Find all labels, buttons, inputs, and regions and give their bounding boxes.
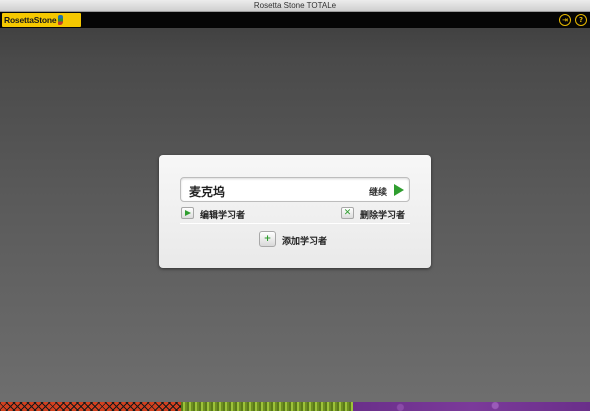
delete-learner-label[interactable]: 删除学习者 (360, 208, 405, 221)
continue-label[interactable]: 继续 (369, 185, 387, 198)
add-learner-label[interactable]: 添加学习者 (282, 234, 327, 247)
app-header: RosettaStone ⇥ ? (0, 12, 590, 28)
edit-learner-button[interactable] (181, 207, 194, 219)
window-titlebar: Rosetta Stone TOTALe (0, 0, 590, 12)
edit-play-icon (185, 210, 191, 216)
delete-x-icon: ✕ (343, 207, 352, 218)
exit-icon[interactable]: ⇥ (559, 14, 571, 26)
learner-select-field[interactable]: 麦克坞 继续 (180, 177, 410, 202)
help-icon[interactable]: ? (575, 14, 587, 26)
panel-divider (180, 223, 410, 224)
rosetta-stone-logo: RosettaStone (2, 13, 81, 27)
footer-pattern-purple (353, 402, 590, 411)
logo-mark-icon (58, 15, 64, 25)
exit-glyph: ⇥ (562, 16, 568, 24)
continue-play-icon[interactable] (394, 184, 404, 196)
help-glyph: ? (578, 16, 584, 24)
edit-learner-label[interactable]: 编辑学习者 (200, 208, 245, 221)
learner-name: 麦克坞 (189, 185, 226, 199)
logo-text: RosettaStone (4, 15, 57, 25)
footer-pattern-green (181, 402, 353, 411)
add-learner-button[interactable]: + (259, 231, 276, 247)
delete-learner-button[interactable]: ✕ (341, 207, 354, 219)
footer-pattern-red (0, 402, 181, 411)
window-title: Rosetta Stone TOTALe (253, 1, 337, 10)
add-user-icon: + (263, 233, 272, 244)
learner-login-panel: 麦克坞 继续 编辑学习者 ✕ 删除学习者 + 添加学习者 (159, 155, 431, 268)
